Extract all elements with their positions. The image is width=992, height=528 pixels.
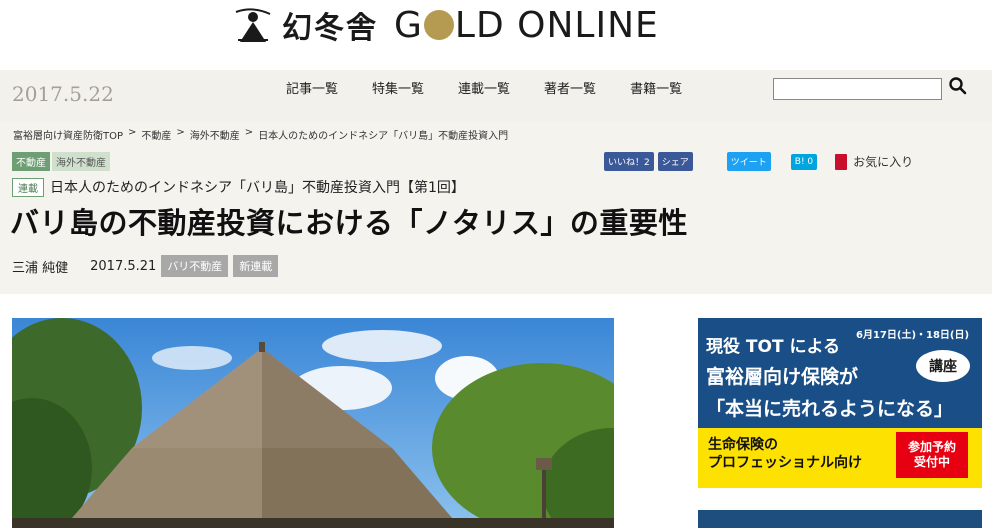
logo-en-left: G bbox=[394, 4, 423, 46]
serial-row: 連載 日本人のためのインドネシア「バリ島」不動産投資入門【第1回】 bbox=[12, 177, 465, 197]
search-input[interactable] bbox=[773, 78, 942, 100]
breadcrumb: 富裕層向け資産防衛TOP > 不動産 > 海外不動産 > 日本人のためのインドネ… bbox=[13, 127, 508, 142]
search-icon[interactable] bbox=[948, 76, 968, 96]
ad-low-text: 生命保険の プロフェッショナル向け bbox=[708, 436, 862, 472]
serial-title[interactable]: 日本人のためのインドネシア「バリ島」不動産投資入門【第1回】 bbox=[50, 177, 465, 197]
breadcrumb-item-series[interactable]: 日本人のためのインドネシア「バリ島」不動産投資入門 bbox=[258, 127, 508, 142]
bali-temple-photo bbox=[12, 318, 614, 528]
publish-date: 2017.5.21 bbox=[90, 258, 157, 274]
nav-link-books[interactable]: 書籍一覧 bbox=[630, 78, 682, 97]
ad-line2: 富裕層向け保険が bbox=[706, 366, 859, 388]
category-tag-overseas[interactable]: 海外不動産 bbox=[52, 152, 110, 171]
breadcrumb-item-realestate[interactable]: 不動産 bbox=[141, 127, 171, 142]
breadcrumb-item-top[interactable]: 富裕層向け資産防衛TOP bbox=[13, 127, 123, 142]
article-tag-new-series[interactable]: 新連載 bbox=[233, 255, 279, 277]
article-header: 富裕層向け資産防衛TOP > 不動産 > 海外不動産 > 日本人のためのインドネ… bbox=[0, 122, 992, 294]
ad-low-line1: 生命保険の bbox=[708, 437, 778, 453]
facebook-share-button[interactable]: シェア bbox=[657, 152, 693, 171]
tweet-button[interactable]: ツイート bbox=[726, 152, 771, 171]
nav-links: 記事一覧 特集一覧 連載一覧 著者一覧 書籍一覧 bbox=[286, 78, 716, 97]
facebook-like-button[interactable]: いいね！2 bbox=[604, 152, 654, 171]
breadcrumb-separator: > bbox=[176, 127, 185, 138]
logo-archer-icon bbox=[235, 8, 271, 42]
category-tags: 不動産 海外不動産 bbox=[12, 152, 110, 171]
hero-image bbox=[12, 318, 614, 528]
ad-dates: 6月17日(土)・18日(日) bbox=[856, 330, 970, 341]
sidebar-second-ad[interactable] bbox=[698, 510, 982, 528]
ad-top-section: 現役 TOT による 6月17日(土)・18日(日) 富裕層向け保険が 「本当に… bbox=[698, 318, 982, 428]
sidebar-ad-banner[interactable]: 現役 TOT による 6月17日(土)・18日(日) 富裕層向け保険が 「本当に… bbox=[698, 318, 982, 488]
ad-lecture-badge: 講座 bbox=[916, 350, 970, 382]
favorite-button[interactable]: お気に入り bbox=[835, 153, 913, 170]
breadcrumb-item-overseas[interactable]: 海外不動産 bbox=[190, 127, 240, 142]
nav-link-authors[interactable]: 著者一覧 bbox=[544, 78, 596, 97]
ad-low-line2: プロフェッショナル向け bbox=[708, 455, 862, 471]
logo-english-text: G LD ONLINE bbox=[394, 5, 659, 46]
nav-link-articles[interactable]: 記事一覧 bbox=[286, 78, 338, 97]
site-logo[interactable]: 幻冬舎 G LD ONLINE bbox=[232, 2, 659, 48]
logo-gold-o bbox=[423, 10, 454, 40]
masthead: 幻冬舎 G LD ONLINE bbox=[0, 0, 992, 70]
hatena-bookmark-button[interactable]: B! 0 bbox=[790, 153, 818, 170]
ad-line3: 「本当に売れるようになる」 bbox=[706, 398, 954, 420]
current-date: 2017.5.22 bbox=[12, 82, 114, 106]
ad-line1: 現役 TOT による bbox=[706, 337, 840, 357]
ad-cta-badge: 参加予約 受付中 bbox=[896, 432, 968, 478]
breadcrumb-separator: > bbox=[128, 127, 137, 138]
byline: 三浦 純健 2017.5.21 バリ不動産 新連載 bbox=[12, 255, 279, 277]
logo-en-right: LD ONLINE bbox=[454, 4, 659, 46]
article-headline: バリ島の不動産投資における「ノタリス」の重要性 bbox=[10, 206, 688, 240]
social-buttons: いいね！2 シェア ツイート B! 0 お気に入り bbox=[604, 152, 913, 171]
favorite-label: お気に入り bbox=[853, 155, 914, 169]
author-name[interactable]: 三浦 純健 bbox=[12, 257, 68, 276]
nav-link-series[interactable]: 連載一覧 bbox=[458, 78, 510, 97]
serial-badge: 連載 bbox=[12, 177, 44, 197]
category-tag-realestate[interactable]: 不動産 bbox=[12, 152, 50, 171]
article-tag-bali[interactable]: バリ不動産 bbox=[161, 255, 229, 277]
logo-japanese-text: 幻冬舎 bbox=[282, 11, 378, 46]
bookmark-icon bbox=[835, 153, 848, 170]
breadcrumb-separator: > bbox=[244, 127, 254, 138]
main-navbar: 2017.5.22 記事一覧 特集一覧 連載一覧 著者一覧 書籍一覧 bbox=[0, 70, 992, 123]
nav-link-features[interactable]: 特集一覧 bbox=[372, 78, 424, 97]
ad-bottom-section: 生命保険の プロフェッショナル向け 参加予約 受付中 bbox=[698, 428, 982, 488]
